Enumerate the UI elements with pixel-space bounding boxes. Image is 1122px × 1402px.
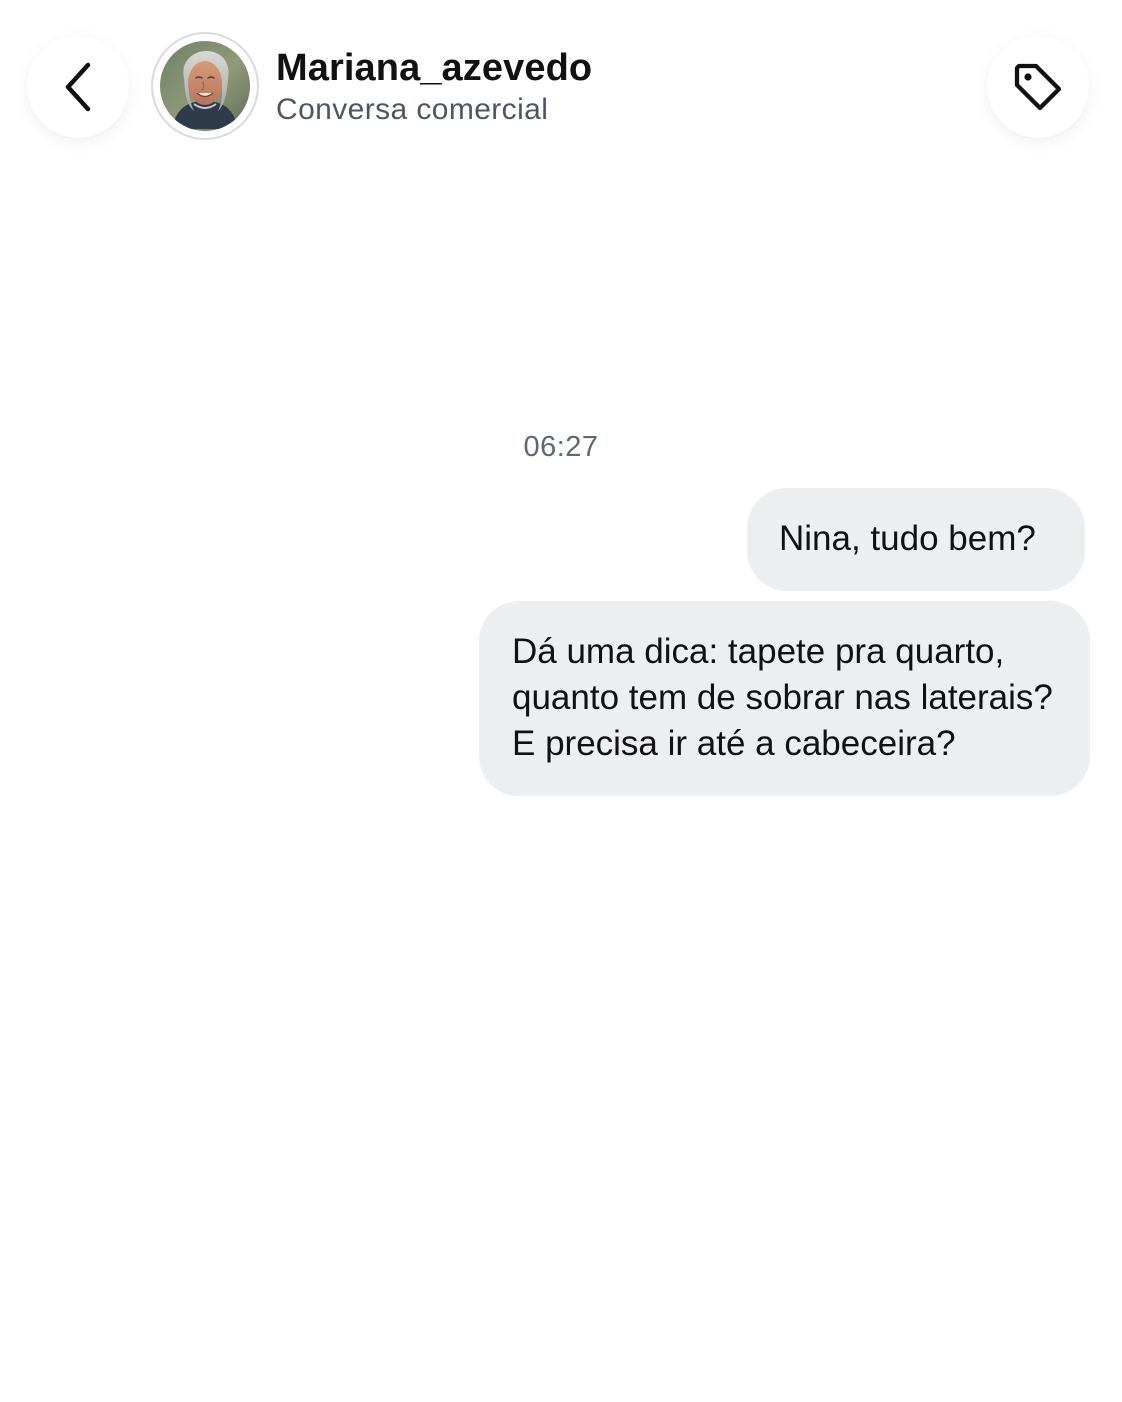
back-button[interactable] bbox=[27, 36, 129, 138]
message-timestamp: 06:27 bbox=[523, 431, 599, 463]
chat-area[interactable]: 06:27 Nina, tudo bem? Dá uma dica: tapet… bbox=[0, 170, 1122, 1402]
tag-icon bbox=[1014, 63, 1062, 111]
chevron-left-icon bbox=[65, 62, 91, 112]
tag-button[interactable] bbox=[987, 36, 1089, 138]
avatar bbox=[160, 41, 250, 131]
chat-header: Mariana_azevedo Conversa comercial bbox=[0, 0, 1122, 170]
contact-subtitle: Conversa comercial bbox=[276, 93, 549, 126]
contact-name: Mariana_azevedo bbox=[276, 47, 593, 89]
outgoing-message-bubble[interactable]: Dá uma dica: tapete pra quarto, quanto t… bbox=[479, 601, 1090, 796]
outgoing-message-bubble[interactable]: Nina, tudo bem? bbox=[747, 488, 1085, 591]
contact-info[interactable]: Mariana_azevedo Conversa comercial bbox=[276, 46, 876, 128]
avatar-ring[interactable] bbox=[153, 34, 257, 138]
